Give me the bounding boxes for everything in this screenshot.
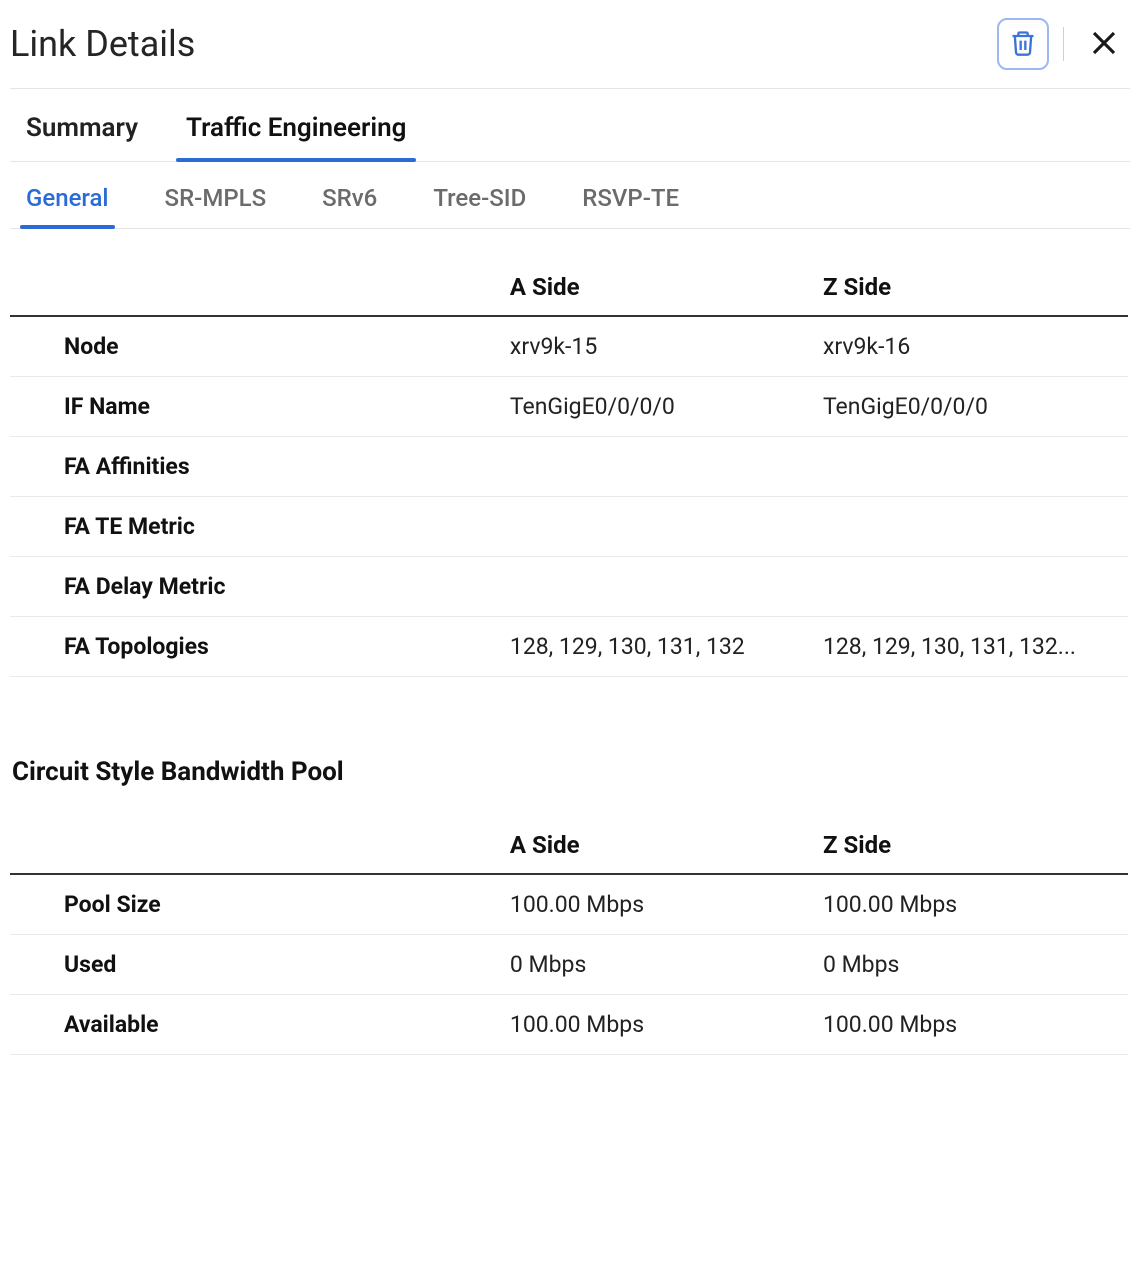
table-row: IF Name TenGigE0/0/0/0 TenGigE0/0/0/0 — [10, 377, 1128, 437]
cell-fa-te-metric-z — [815, 497, 1128, 557]
cell-fa-te-metric-a — [502, 497, 815, 557]
row-label-ifname: IF Name — [10, 377, 502, 437]
trash-icon — [1009, 29, 1037, 60]
cell-fa-affinities-a — [502, 437, 815, 497]
cell-node-z: xrv9k-16 — [815, 316, 1128, 377]
subtab-tree-sid[interactable]: Tree-SID — [433, 184, 526, 228]
table-header-row: A Side Z Side — [10, 817, 1128, 874]
cell-ifname-z: TenGigE0/0/0/0 — [815, 377, 1128, 437]
table-header-z-side: Z Side — [815, 259, 1128, 316]
cell-available-a: 100.00 Mbps — [502, 995, 815, 1055]
table-row: Pool Size 100.00 Mbps 100.00 Mbps — [10, 874, 1128, 935]
primary-tabs: Summary Traffic Engineering — [10, 89, 1130, 162]
header-actions — [997, 18, 1130, 70]
table-header-z-side: Z Side — [815, 817, 1128, 874]
row-label-pool-size: Pool Size — [10, 874, 502, 935]
row-label-fa-affinities: FA Affinities — [10, 437, 502, 497]
row-label-used: Used — [10, 935, 502, 995]
subtab-sr-mpls[interactable]: SR-MPLS — [165, 184, 267, 228]
cell-fa-delay-metric-z — [815, 557, 1128, 617]
table-row: FA Delay Metric — [10, 557, 1128, 617]
row-label-fa-delay-metric: FA Delay Metric — [10, 557, 502, 617]
cell-used-z: 0 Mbps — [815, 935, 1128, 995]
cell-fa-delay-metric-a — [502, 557, 815, 617]
row-label-node: Node — [10, 316, 502, 377]
table-header-a-side: A Side — [502, 259, 815, 316]
close-button[interactable] — [1078, 18, 1130, 70]
table-row: Node xrv9k-15 xrv9k-16 — [10, 316, 1128, 377]
tab-summary[interactable]: Summary — [26, 113, 138, 161]
table-row: FA TE Metric — [10, 497, 1128, 557]
table-header-empty — [10, 259, 502, 316]
cell-node-a: xrv9k-15 — [502, 316, 815, 377]
subtab-rsvp-te[interactable]: RSVP-TE — [582, 184, 679, 228]
secondary-tabs: General SR-MPLS SRv6 Tree-SID RSVP-TE — [10, 162, 1130, 229]
table-row: FA Affinities — [10, 437, 1128, 497]
row-label-available: Available — [10, 995, 502, 1055]
panel-header: Link Details — [10, 10, 1130, 89]
main-properties-table: A Side Z Side Node xrv9k-15 xrv9k-16 IF … — [10, 259, 1128, 677]
cell-pool-size-z: 100.00 Mbps — [815, 874, 1128, 935]
cell-used-a: 0 Mbps — [502, 935, 815, 995]
table-header-row: A Side Z Side — [10, 259, 1128, 316]
table-header-a-side: A Side — [502, 817, 815, 874]
cell-available-z: 100.00 Mbps — [815, 995, 1128, 1055]
table-row: FA Topologies 128, 129, 130, 131, 132 12… — [10, 617, 1128, 677]
row-label-fa-te-metric: FA TE Metric — [10, 497, 502, 557]
tab-traffic-engineering[interactable]: Traffic Engineering — [186, 113, 406, 161]
cell-fa-topologies-a: 128, 129, 130, 131, 132 — [502, 617, 815, 677]
page-title: Link Details — [10, 23, 195, 65]
table-row: Available 100.00 Mbps 100.00 Mbps — [10, 995, 1128, 1055]
cell-ifname-a: TenGigE0/0/0/0 — [502, 377, 815, 437]
subtab-general[interactable]: General — [26, 184, 109, 228]
close-icon — [1089, 28, 1119, 61]
circuit-bandwidth-title: Circuit Style Bandwidth Pool — [10, 757, 1128, 787]
cell-fa-topologies-z: 128, 129, 130, 131, 132... — [815, 617, 1128, 677]
vertical-divider — [1063, 27, 1064, 61]
cell-pool-size-a: 100.00 Mbps — [502, 874, 815, 935]
content-scroll[interactable]: A Side Z Side Node xrv9k-15 xrv9k-16 IF … — [10, 229, 1130, 1255]
circuit-bandwidth-table: A Side Z Side Pool Size 100.00 Mbps 100.… — [10, 817, 1128, 1055]
cell-fa-affinities-z — [815, 437, 1128, 497]
table-row: Used 0 Mbps 0 Mbps — [10, 935, 1128, 995]
subtab-srv6[interactable]: SRv6 — [322, 184, 377, 228]
link-details-panel: Link Details Summary Traffic Engineering… — [0, 0, 1140, 1255]
row-label-fa-topologies: FA Topologies — [10, 617, 502, 677]
table-header-empty — [10, 817, 502, 874]
delete-button[interactable] — [997, 18, 1049, 70]
